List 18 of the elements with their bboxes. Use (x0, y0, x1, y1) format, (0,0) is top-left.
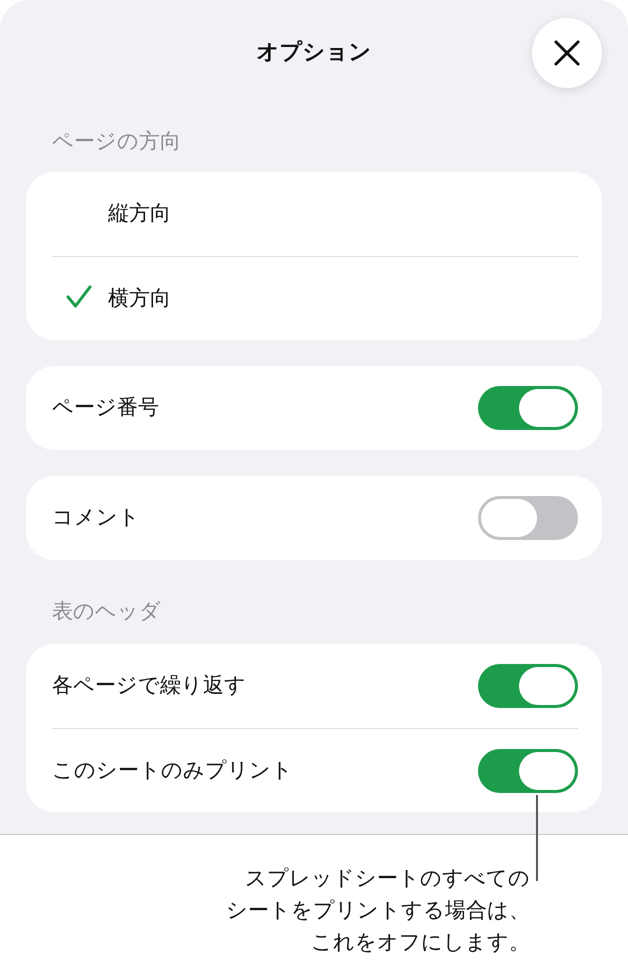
checkmark-icon (66, 285, 92, 309)
toggle-switch[interactable] (478, 496, 578, 540)
toggle-switch[interactable] (478, 748, 578, 792)
setting-label: 各ページで繰り返す (52, 672, 246, 700)
close-icon (553, 39, 581, 67)
option-label: 縦方向 (108, 200, 171, 228)
section-header: ページの方向 (51, 128, 182, 155)
sheet-title: オプション (256, 39, 372, 67)
option-row[interactable]: 縦方向 (52, 172, 578, 256)
section-header: 表のヘッダ (51, 598, 162, 625)
option-label: 横方向 (108, 284, 171, 312)
toggle-switch[interactable] (478, 386, 578, 430)
setting-label: コメント (52, 504, 140, 532)
setting-label: ページ番号 (52, 394, 159, 422)
option-row[interactable]: 横方向 (52, 256, 578, 340)
callout-text: スプレッドシートのすべての シートをプリントする場合は、 これをオフにします。 (226, 865, 530, 956)
toggle-switch[interactable] (478, 664, 578, 708)
setting-label: このシートのみプリント (52, 756, 293, 784)
